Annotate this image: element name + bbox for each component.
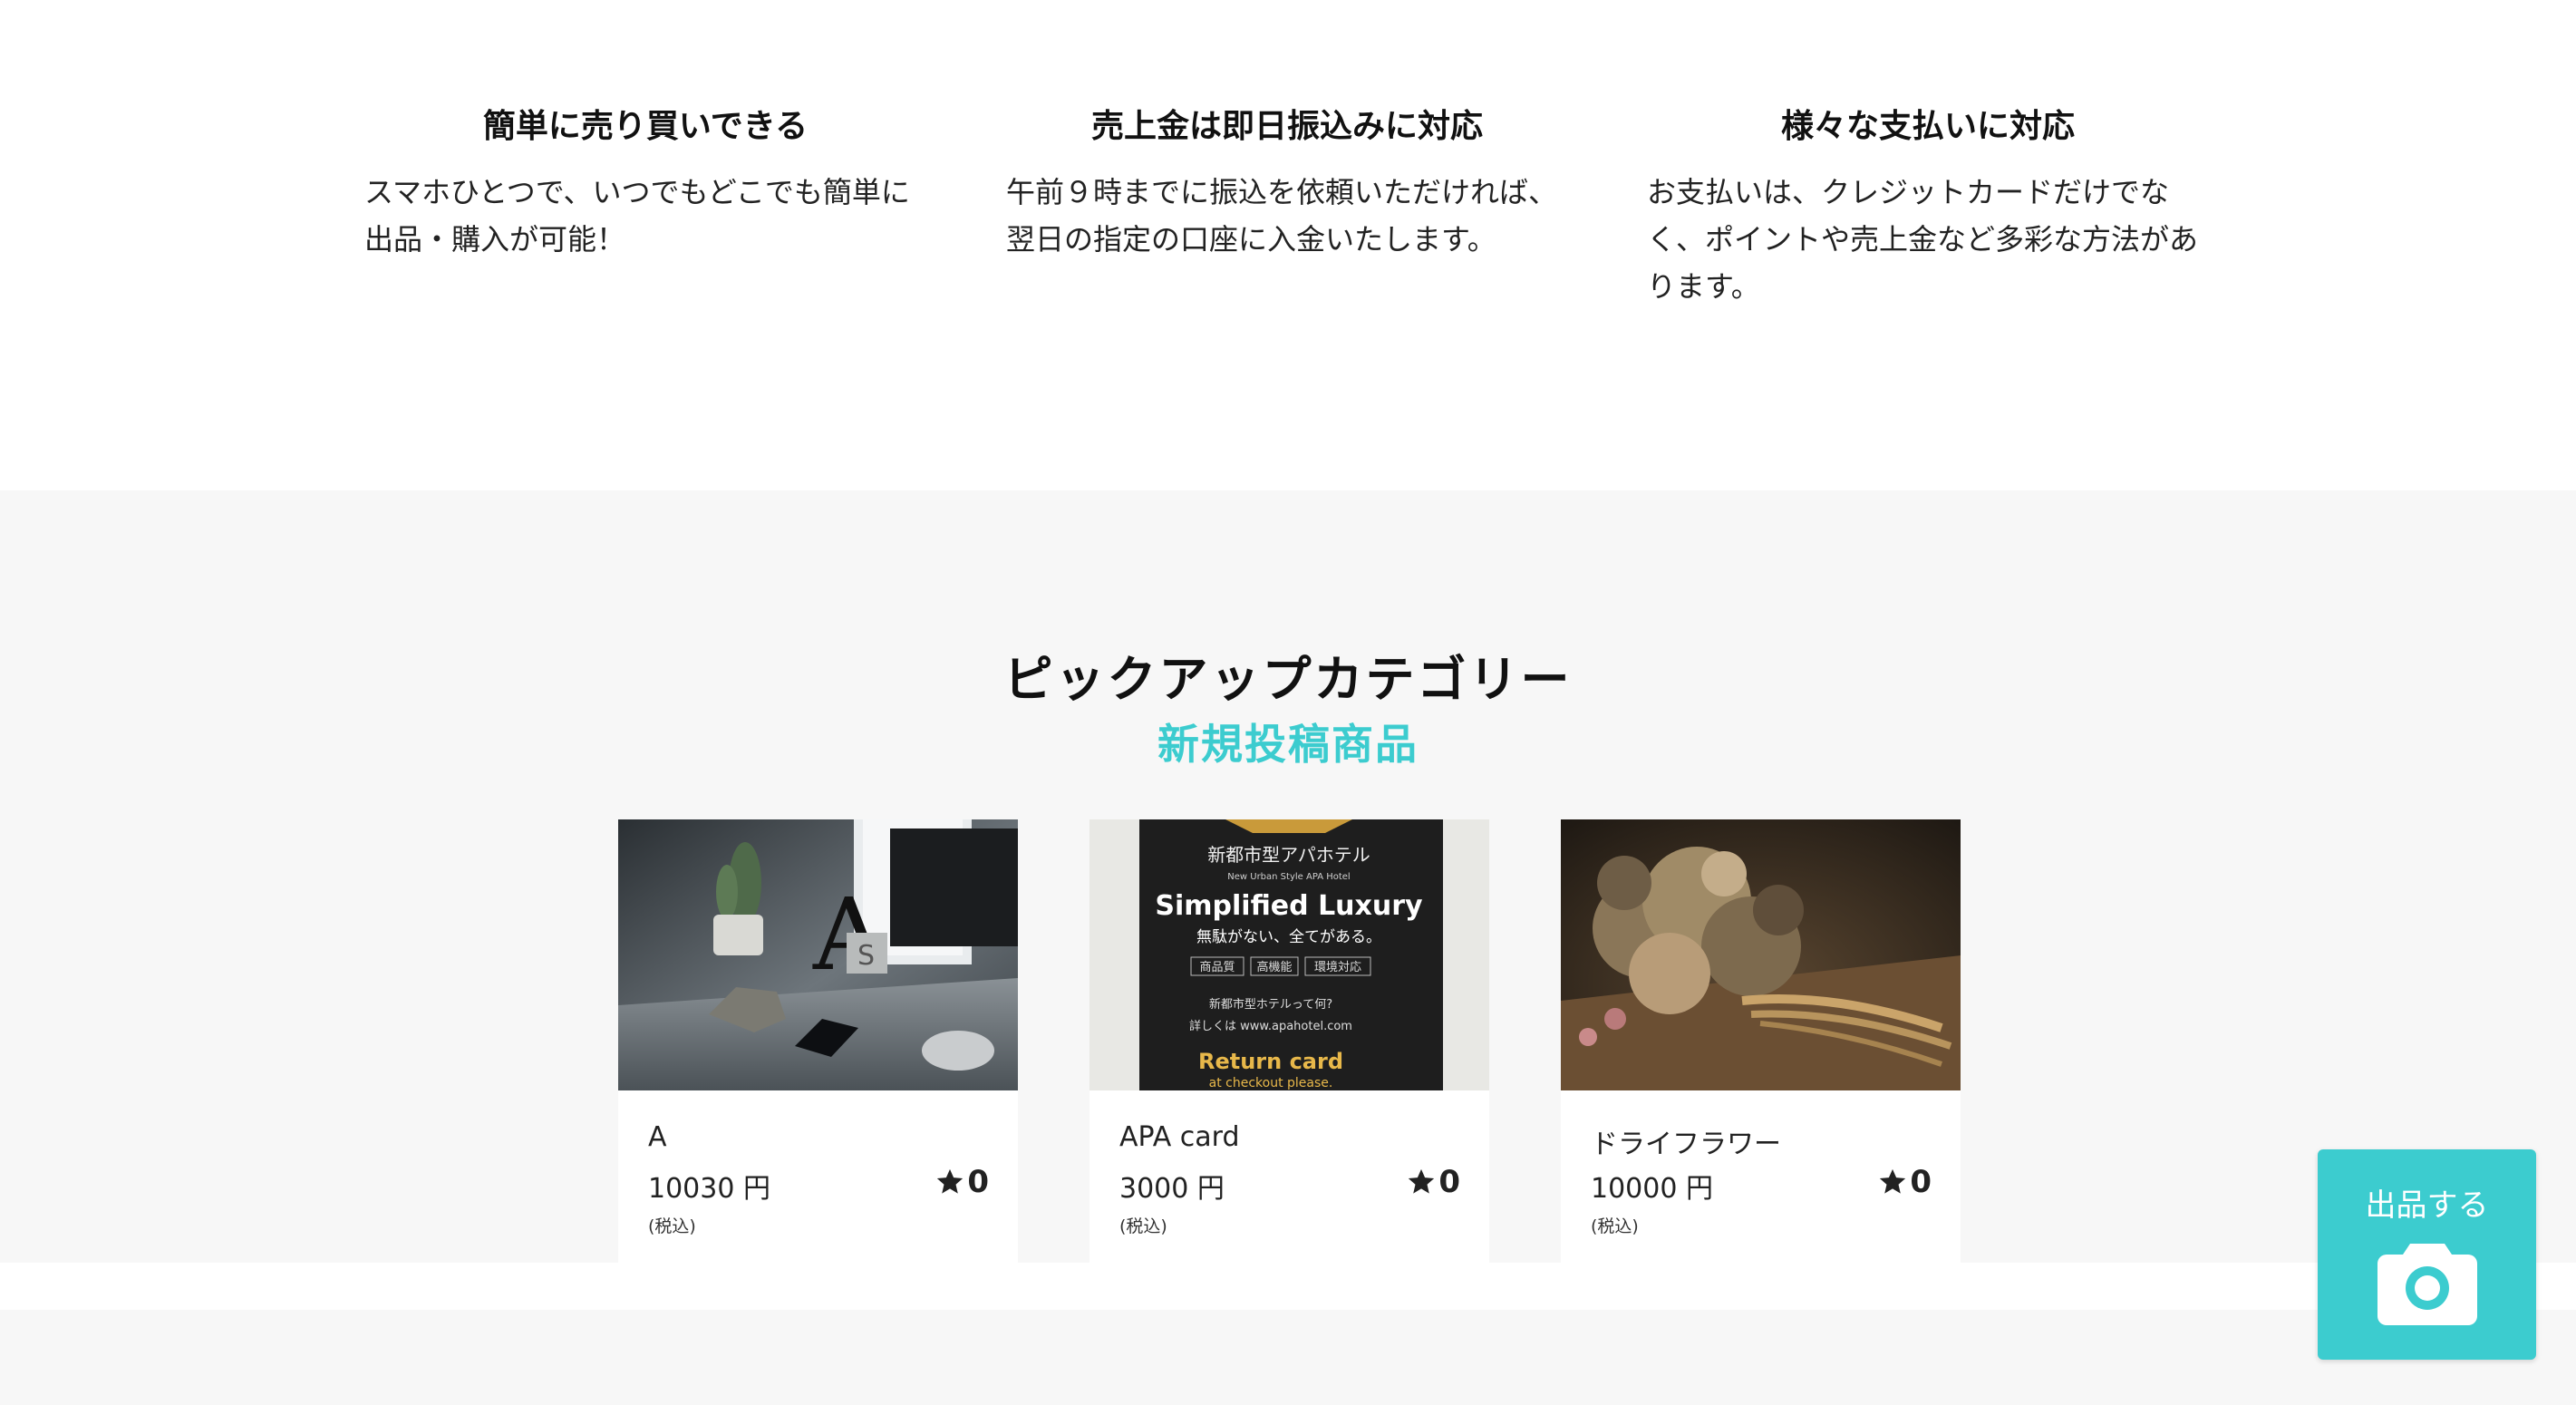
star-icon <box>1409 1168 1435 1194</box>
feature-title: 簡単に売り買いできる <box>482 108 809 145</box>
apa-tag-function: 高機能 <box>1256 960 1292 974</box>
tax-note: (税込) <box>1591 1216 1639 1236</box>
like-count-value: 0 <box>1910 1164 1932 1200</box>
like-count-value: 0 <box>1438 1164 1460 1200</box>
product-card[interactable]: ドライフラワー 10000 円 (税込) 0 <box>1561 819 1961 1264</box>
feature-title: 売上金は即日振込みに対応 <box>1090 108 1483 145</box>
section-subtitle: 新規投稿商品 <box>1157 720 1419 769</box>
features-section: 簡単に売り買いできる スマホひとつで、いつでもどこでも簡単に出品・購入が可能！ … <box>0 0 2576 490</box>
feature-same-day-transfer: 売上金は即日振込みに対応 午前９時までに振込を依頼いただければ、翌日の指定の口座… <box>1006 100 1568 263</box>
apa-return-card: Return card <box>1198 1049 1343 1074</box>
footer-band <box>0 1310 2576 1405</box>
apa-hotel-name: 新都市型アパホテル <box>1207 844 1370 866</box>
apa-tag-quality: 商品質 <box>1199 961 1235 974</box>
pickup-category-section: ピックアップカテゴリー 新規投稿商品 S A 10030 円 (税込) 0 新都… <box>0 490 2576 1264</box>
feature-body: 午前９時までに振込を依頼いただければ、翌日の指定の口座に入金いたします。 <box>1006 175 1558 257</box>
decor-letter-s: S <box>857 940 875 972</box>
tax-note: (税込) <box>648 1216 696 1236</box>
feature-body: スマホひとつで、いつでもどこでも簡単に出品・購入が可能！ <box>364 175 910 257</box>
apa-tag-environment: 環境対応 <box>1314 961 1361 974</box>
tax-note: (税込) <box>1119 1216 1167 1236</box>
like-count-value: 0 <box>967 1164 989 1200</box>
sell-button-label: 出品する <box>2365 1187 2489 1224</box>
product-name: APA card <box>1119 1121 1240 1153</box>
apa-details-url: 詳しくは www.apahotel.com <box>1189 1019 1352 1033</box>
product-name: ドライフラワー <box>1591 1129 1781 1160</box>
camera-icon <box>2377 1244 2477 1325</box>
product-price: 10030 円 <box>648 1173 770 1205</box>
product-name: A <box>648 1121 667 1153</box>
apa-checkout-note: at checkout please. <box>1209 1076 1333 1090</box>
like-count[interactable]: 0 <box>1877 1164 1932 1200</box>
apa-hotel-subtitle: New Urban Style APA Hotel <box>1227 872 1350 882</box>
product-image: A S <box>618 819 1018 1090</box>
feature-payment-methods: 様々な支払いに対応 お支払いは、クレジットカードだけでなく、ポイントや売上金など… <box>1647 100 2209 310</box>
apa-slogan: 無駄がない、全てがある。 <box>1196 928 1381 946</box>
star-icon <box>937 1168 964 1194</box>
feature-easy-trade: 簡単に売り買いできる スマホひとつで、いつでもどこでも簡単に出品・購入が可能！ <box>364 100 926 263</box>
product-price: 10000 円 <box>1591 1173 1713 1205</box>
apa-question: 新都市型ホテルって何? <box>1209 997 1332 1012</box>
product-image: 新都市型アパホテル New Urban Style APA Hotel Simp… <box>1089 819 1489 1090</box>
product-image <box>1561 819 1961 1090</box>
product-card[interactable]: A S A 10030 円 (税込) 0 <box>618 819 1018 1264</box>
apa-simplified-luxury: Simplified Luxury <box>1155 890 1423 922</box>
like-count[interactable]: 0 <box>1406 1164 1460 1200</box>
product-price: 3000 円 <box>1119 1173 1225 1205</box>
like-count[interactable]: 0 <box>935 1164 989 1200</box>
feature-body: お支払いは、クレジットカードだけでなく、ポイントや売上金など多彩な方法があります… <box>1647 175 2199 304</box>
section-title: ピックアップカテゴリー <box>1003 651 1573 708</box>
sell-button[interactable]: 出品する <box>2318 1149 2536 1360</box>
product-card[interactable]: 新都市型アパホテル New Urban Style APA Hotel Simp… <box>1089 819 1489 1264</box>
feature-title: 様々な支払いに対応 <box>1780 108 2075 145</box>
star-icon <box>1880 1168 1906 1194</box>
